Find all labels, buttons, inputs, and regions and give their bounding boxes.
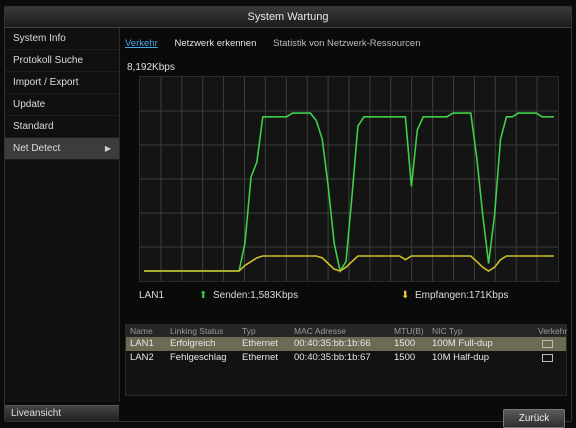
system-maintenance-window: System Wartung System Info Protokoll Suc… [4, 6, 572, 428]
main-panel: Verkehr Netzwerk erkennen Statistik von … [121, 28, 567, 428]
live-view-button[interactable]: Liveansicht [5, 405, 119, 421]
cell-nic-type: 100M Full-dup [432, 338, 493, 349]
col-mac: MAC Adresse [294, 326, 346, 336]
sidebar: System Info Protokoll Suche Import / Exp… [5, 28, 120, 402]
sidebar-item-label: Standard [13, 121, 54, 132]
sidebar-item-system-info[interactable]: System Info [5, 28, 119, 50]
cell-status: Fehlgeschlag [170, 352, 227, 363]
table-header: Name Linking Status Typ MAC Adresse MTU(… [126, 325, 568, 337]
col-name: Name [130, 326, 153, 336]
cell-status: Erfolgreich [170, 338, 216, 349]
cell-type: Ethernet [242, 338, 278, 349]
sidebar-item-label: Net Detect [13, 143, 61, 154]
tab-traffic[interactable]: Verkehr [125, 38, 158, 49]
legend-interface: LAN1 [139, 290, 165, 301]
cell-mtu: 1500 [394, 338, 416, 349]
traffic-legend: LAN1 ⬆ Senden:1,583Kbps ⬇ Empfangen:171K… [139, 290, 557, 304]
cell-type: Ethernet [242, 352, 278, 363]
sidebar-item-update[interactable]: Update [5, 94, 119, 116]
sidebar-item-label: Protokoll Suche [13, 55, 84, 66]
up-arrow-icon: ⬆ [199, 290, 208, 301]
traffic-icon[interactable] [542, 340, 553, 348]
traffic-icon[interactable] [542, 354, 553, 362]
tab-network-detect[interactable]: Netzwerk erkennen [175, 38, 257, 49]
sidebar-item-default[interactable]: Standard [5, 116, 119, 138]
nic-table: Name Linking Status Typ MAC Adresse MTU(… [125, 324, 567, 396]
cell-name: LAN2 [130, 352, 154, 363]
sidebar-item-net-detect[interactable]: Net Detect ▶ [5, 138, 119, 160]
col-mtu: MTU(B) [394, 326, 424, 336]
col-linking-status: Linking Status [170, 326, 224, 336]
table-row[interactable]: LAN1 Erfolgreich Ethernet 00:40:35:bb:1b… [126, 337, 566, 351]
sidebar-item-log-search[interactable]: Protokoll Suche [5, 50, 119, 72]
legend-receive: Empfangen:171Kbps [415, 290, 509, 301]
tab-network-statistics[interactable]: Statistik von Netzwerk-Ressourcen [273, 38, 420, 49]
traffic-graph [139, 76, 559, 282]
window-title: System Wartung [5, 7, 571, 28]
traffic-graph-svg [140, 77, 558, 281]
col-traffic: Verkehr [538, 326, 568, 336]
legend-send: Senden:1,583Kbps [213, 290, 299, 301]
sidebar-item-import-export[interactable]: Import / Export [5, 72, 119, 94]
col-nic-type: NIC Typ [432, 326, 463, 336]
sidebar-item-label: Update [13, 99, 46, 110]
down-arrow-icon: ⬇ [401, 290, 410, 301]
chevron-right-icon: ▶ [104, 144, 111, 153]
back-button[interactable]: Zurück [503, 409, 565, 428]
cell-nic-type: 10M Half-dup [432, 352, 490, 363]
cell-mac: 00:40:35:bb:1b:67 [294, 352, 371, 363]
sidebar-item-label: System Info [13, 33, 66, 44]
col-type: Typ [242, 326, 256, 336]
cell-name: LAN1 [130, 338, 154, 349]
sidebar-item-label: Import / Export [13, 77, 79, 88]
tab-bar: Verkehr Netzwerk erkennen Statistik von … [125, 38, 434, 52]
cell-mtu: 1500 [394, 352, 416, 363]
table-row[interactable]: LAN2 Fehlgeschlag Ethernet 00:40:35:bb:1… [126, 351, 566, 365]
cell-mac: 00:40:35:bb:1b:66 [294, 338, 371, 349]
graph-max-value: 8,192Kbps [127, 62, 175, 73]
